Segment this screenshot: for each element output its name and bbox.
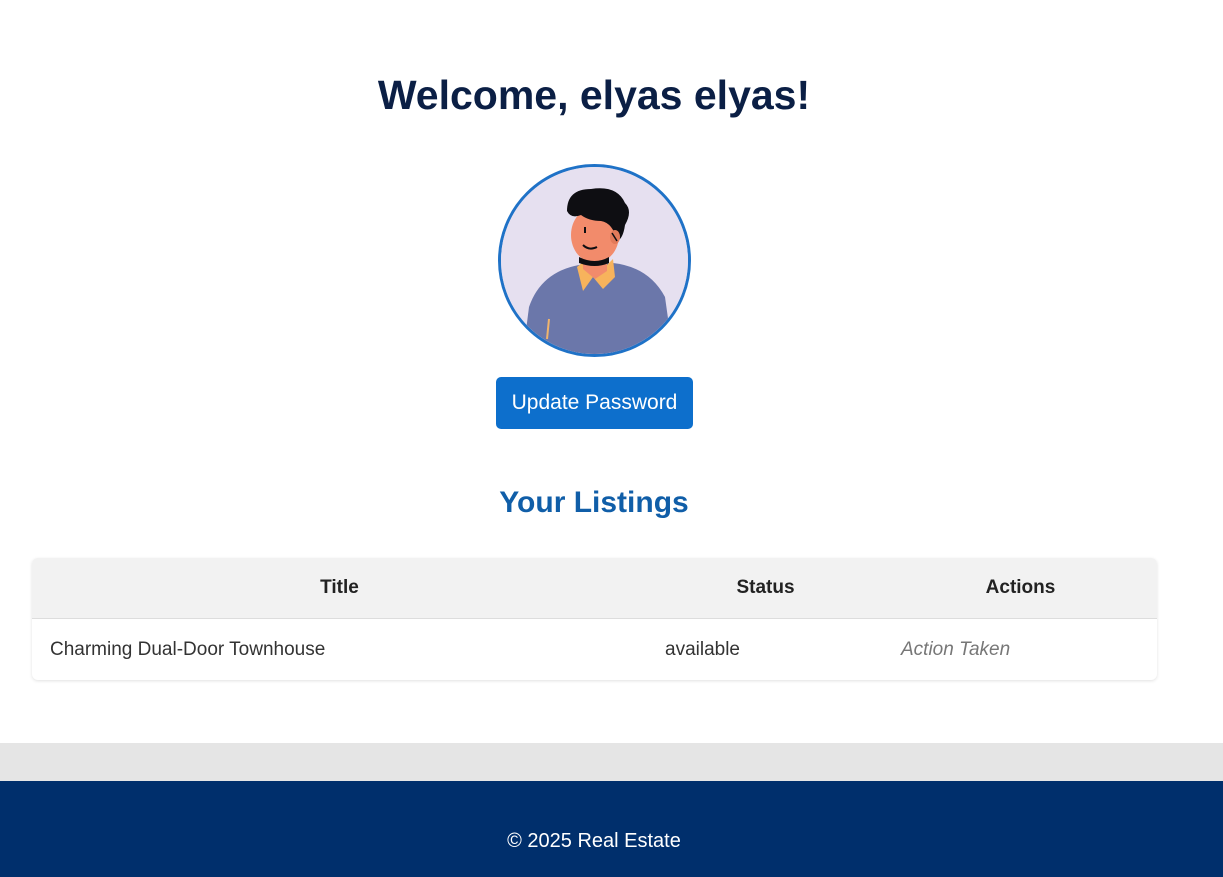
listing-action-cell: Action Taken: [901, 638, 1011, 660]
main-content: Welcome, elyas elyas! Update Password Yo…: [0, 0, 1223, 743]
column-header-status: Status: [647, 558, 884, 619]
listings-title: Your Listings: [499, 486, 689, 519]
user-avatar-icon: [501, 167, 688, 354]
update-password-button[interactable]: Update Password: [496, 377, 693, 429]
listing-title-cell: Charming Dual-Door Townhouse: [50, 638, 326, 660]
table-header-row: Title Status Actions: [32, 558, 1157, 619]
column-header-title: Title: [32, 558, 647, 619]
avatar: [498, 164, 691, 357]
footer-copyright: © 2025 Real Estate: [507, 830, 681, 852]
page-divider-band: [0, 743, 1223, 781]
table-row: Charming Dual-Door Townhouse available A…: [32, 619, 1157, 681]
listing-status-cell: available: [665, 638, 740, 660]
welcome-heading: Welcome, elyas elyas!: [377, 72, 811, 118]
profile-page: Welcome, elyas elyas! Update Password Yo…: [0, 0, 1223, 877]
column-header-actions: Actions: [884, 558, 1157, 619]
footer: © 2025 Real Estate: [0, 781, 1223, 877]
listings-table: Title Status Actions Charming Dual-Door …: [32, 558, 1157, 680]
